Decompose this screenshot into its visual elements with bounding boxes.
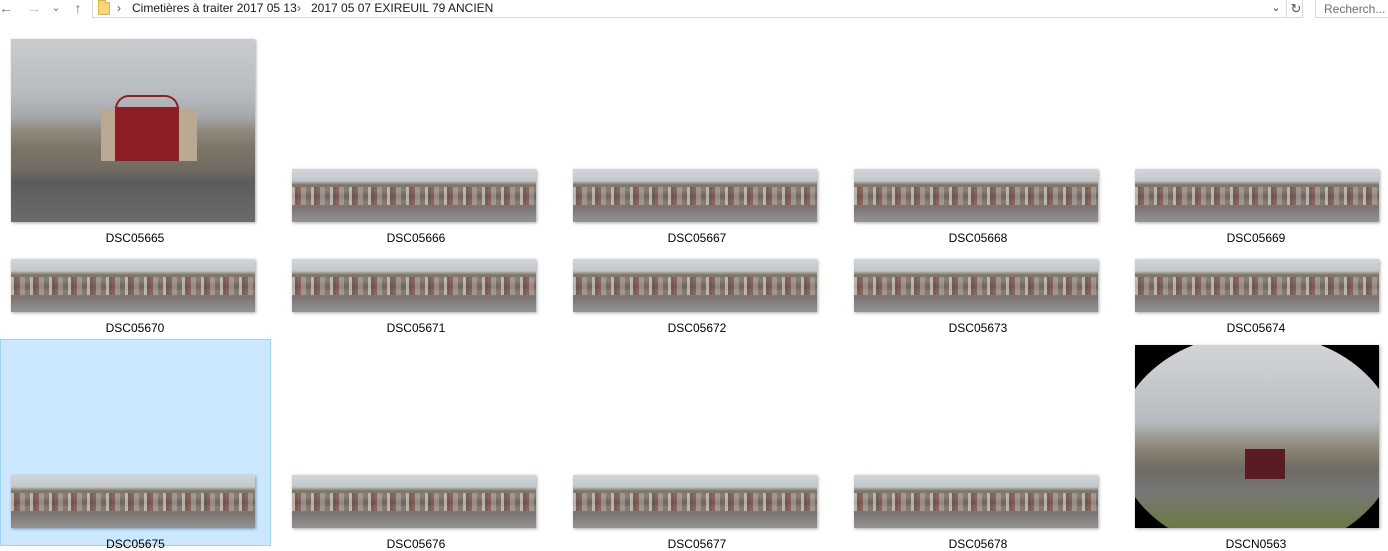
file-thumbnail: [1135, 345, 1379, 528]
file-thumbnail: [292, 475, 536, 528]
chevron-down-icon: ⌄: [1271, 2, 1281, 14]
file-name: DSC05675: [106, 537, 165, 551]
file-name: DSC05665: [105, 231, 165, 245]
file-thumbnail: [292, 169, 536, 222]
file-name: DSC05666: [386, 231, 446, 245]
file-item-selected[interactable]: DSC05675: [0, 339, 271, 551]
forward-arrow-icon: →: [27, 0, 41, 16]
file-item[interactable]: DSC05673: [843, 250, 1113, 338]
file-thumbnail: [11, 475, 255, 528]
file-item[interactable]: DSC05678: [843, 339, 1113, 551]
file-thumbnail: [573, 475, 817, 528]
up-arrow-icon: ↑: [74, 0, 82, 16]
file-thumbnail: [1135, 169, 1379, 222]
address-bar[interactable]: › Cimetières à traiter 2017 05 13 › 2017…: [92, 0, 1303, 18]
file-thumbnail: [573, 169, 817, 222]
breadcrumb-separator-icon[interactable]: ›: [117, 0, 121, 16]
file-name: DSC05678: [948, 537, 1008, 551]
file-name: DSC05677: [667, 537, 727, 551]
file-name: DSC05670: [105, 321, 165, 335]
refresh-button[interactable]: ↻: [1286, 0, 1305, 17]
forward-button[interactable]: →: [24, 0, 44, 18]
file-thumbnail: [854, 169, 1098, 222]
chevron-down-icon: ⌄: [51, 2, 61, 14]
file-item[interactable]: DSC05669: [1124, 30, 1388, 250]
file-name: DSC05676: [386, 537, 446, 551]
file-name: DSC05669: [1226, 231, 1286, 245]
file-item[interactable]: DSC05666: [281, 30, 551, 250]
folder-icon: [98, 0, 110, 15]
file-name: DSC05671: [386, 321, 446, 335]
thumbnail-detail: [1135, 345, 1379, 528]
file-thumbnail: [1135, 259, 1379, 312]
refresh-icon: ↻: [1290, 1, 1302, 16]
file-name: DSC05672: [667, 321, 727, 335]
file-name: DSC05668: [948, 231, 1008, 245]
file-item[interactable]: DSC05671: [281, 250, 551, 338]
thumbnail-detail: [115, 95, 179, 161]
file-item[interactable]: DSC05668: [843, 30, 1113, 250]
file-thumbnail: [11, 39, 255, 222]
breadcrumb-separator-icon[interactable]: ›: [297, 0, 301, 16]
thumbnail-detail: [1245, 449, 1285, 479]
breadcrumb-item-parent[interactable]: Cimetières à traiter 2017 05 13: [132, 0, 297, 16]
file-name: DSC05673: [948, 321, 1008, 335]
recent-locations-button[interactable]: ⌄: [48, 0, 64, 18]
address-toolbar: ← → ⌄ ↑ › Cimetières à traiter 2017 05 1…: [0, 0, 1388, 19]
file-item[interactable]: DSC05674: [1124, 250, 1388, 338]
file-name: DSC05674: [1226, 321, 1286, 335]
file-name: DSC05667: [667, 231, 727, 245]
back-button[interactable]: ←: [0, 0, 16, 18]
file-thumbnail: [854, 259, 1098, 312]
back-arrow-icon: ←: [0, 0, 13, 16]
file-item[interactable]: DSC05665: [0, 30, 270, 250]
up-button[interactable]: ↑: [68, 0, 88, 18]
file-thumbnail: [292, 259, 536, 312]
file-thumbnail: [573, 259, 817, 312]
file-item[interactable]: DSC05670: [0, 250, 270, 338]
breadcrumb-item-current[interactable]: 2017 05 07 EXIREUIL 79 ANCIEN: [311, 0, 493, 16]
search-input[interactable]: [1315, 0, 1388, 18]
file-thumbnail: [11, 259, 255, 312]
file-item[interactable]: DSC05677: [562, 339, 832, 551]
file-thumbnail: [854, 475, 1098, 528]
file-name: DSCN0563: [1225, 537, 1287, 551]
file-item[interactable]: DSCN0563: [1124, 339, 1388, 551]
address-dropdown-button[interactable]: ⌄: [1268, 0, 1284, 17]
file-item[interactable]: DSC05667: [562, 30, 832, 250]
file-item[interactable]: DSC05672: [562, 250, 832, 338]
file-item[interactable]: DSC05676: [281, 339, 551, 551]
